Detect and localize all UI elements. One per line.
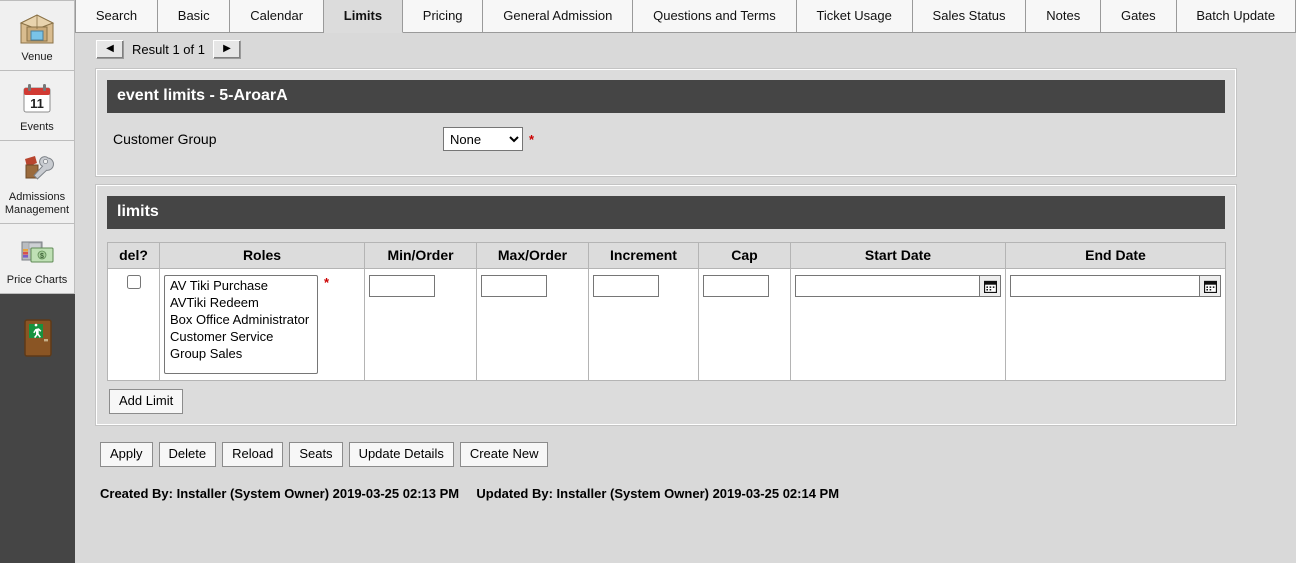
roles-required-marker: * bbox=[324, 275, 330, 290]
tab-batch-update[interactable]: Batch Update bbox=[1176, 0, 1296, 33]
money-chart-icon: $ bbox=[21, 241, 54, 263]
column-header-cap: Cap bbox=[698, 242, 791, 269]
sidebar-item-label: Events bbox=[20, 121, 54, 133]
tab-search[interactable]: Search bbox=[75, 0, 158, 33]
svg-text:11: 11 bbox=[30, 96, 44, 111]
tab-general-admission[interactable]: General Admission bbox=[483, 0, 634, 33]
sidebar-item-price-charts[interactable]: $ Price Charts bbox=[0, 224, 75, 294]
tab-notes[interactable]: Notes bbox=[1026, 0, 1102, 33]
limits-table-header-row: del? Roles Min/Order Max/Order Increment… bbox=[107, 242, 1226, 269]
reload-button[interactable]: Reload bbox=[222, 442, 284, 467]
cell-roles: AV Tiki Purchase AVTiki Redeem Box Offic… bbox=[159, 268, 365, 381]
tab-basic[interactable]: Basic bbox=[157, 0, 231, 33]
limits-panel-title: limits bbox=[107, 196, 1225, 229]
svg-text:$: $ bbox=[40, 253, 44, 260]
cell-min-order bbox=[364, 268, 477, 381]
sidebar-item-exit[interactable] bbox=[0, 294, 75, 365]
column-header-roles: Roles bbox=[159, 242, 365, 269]
column-header-increment: Increment bbox=[588, 242, 699, 269]
sidebar-item-label: Price Charts bbox=[6, 274, 68, 286]
delete-button[interactable]: Delete bbox=[158, 442, 217, 467]
action-button-bar: Apply Delete Reload Seats Update Details… bbox=[96, 442, 1296, 467]
admissions-wrench-icon bbox=[25, 156, 54, 180]
sidebar-item-label: Venue bbox=[21, 51, 53, 63]
add-limit-container: Add Limit bbox=[107, 389, 1225, 414]
sidebar-item-admissions-management[interactable]: Admissions Management bbox=[0, 141, 75, 224]
tab-sales-status[interactable]: Sales Status bbox=[912, 0, 1027, 33]
main-content: ◀ Result 1 of 1 ▶ event limits - 5-Aroar… bbox=[75, 33, 1296, 563]
sidebar-item-events[interactable]: 11 Events bbox=[0, 71, 75, 141]
increment-input[interactable] bbox=[593, 275, 659, 297]
cell-max-order bbox=[476, 268, 589, 381]
previous-result-button[interactable]: ◀ bbox=[96, 39, 124, 59]
tab-pricing[interactable]: Pricing bbox=[402, 0, 484, 33]
cell-increment bbox=[588, 268, 699, 381]
roles-multiselect[interactable]: AV Tiki Purchase AVTiki Redeem Box Offic… bbox=[164, 275, 318, 374]
calendar-icon: 11 bbox=[23, 84, 51, 113]
table-row: AV Tiki Purchase AVTiki Redeem Box Offic… bbox=[107, 268, 1226, 381]
tab-gates[interactable]: Gates bbox=[1101, 0, 1177, 33]
result-navigation: ◀ Result 1 of 1 ▶ bbox=[96, 38, 1296, 60]
tab-questions-and-terms[interactable]: Questions and Terms bbox=[633, 0, 797, 33]
cap-input[interactable] bbox=[703, 275, 769, 297]
main-tab-strip: Search Basic Calendar Limits Pricing Gen… bbox=[75, 0, 1296, 33]
add-limit-button[interactable]: Add Limit bbox=[109, 389, 184, 414]
start-date-calendar-icon[interactable] bbox=[979, 275, 1001, 297]
left-sidebar: Venue 11 Events Admissions Management $ … bbox=[0, 0, 75, 563]
record-audit-footer: Created By: Installer (System Owner) 201… bbox=[96, 486, 1296, 501]
sidebar-item-label: Admissions Management bbox=[4, 191, 70, 216]
column-header-min-order: Min/Order bbox=[364, 242, 477, 269]
result-count-label: Result 1 of 1 bbox=[132, 41, 205, 57]
event-limits-panel-title: event limits - 5-AroarA bbox=[107, 80, 1225, 113]
column-header-start-date: Start Date bbox=[790, 242, 1006, 269]
exit-door-icon bbox=[23, 319, 52, 357]
start-date-input[interactable] bbox=[795, 275, 979, 297]
next-result-button[interactable]: ▶ bbox=[213, 39, 241, 59]
customer-group-select[interactable]: None bbox=[443, 127, 523, 151]
sidebar-item-venue[interactable]: Venue bbox=[0, 0, 75, 71]
seats-button[interactable]: Seats bbox=[289, 442, 343, 467]
column-header-del: del? bbox=[107, 242, 160, 269]
end-date-input[interactable] bbox=[1010, 275, 1199, 297]
customer-group-label: Customer Group bbox=[113, 131, 217, 147]
updated-by-text: Updated By: Installer (System Owner) 201… bbox=[476, 486, 840, 501]
delete-row-checkbox[interactable] bbox=[126, 275, 141, 289]
cell-delete bbox=[107, 268, 160, 381]
limits-panel: limits del? Roles Min/Order Max/Order In… bbox=[95, 184, 1237, 426]
column-header-max-order: Max/Order bbox=[476, 242, 589, 269]
tab-limits[interactable]: Limits bbox=[323, 0, 403, 33]
cell-start-date bbox=[790, 268, 1006, 381]
apply-button[interactable]: Apply bbox=[100, 442, 153, 467]
venue-box-icon bbox=[19, 14, 55, 44]
app-root: Venue 11 Events Admissions Management $ … bbox=[0, 0, 1296, 563]
min-order-input[interactable] bbox=[369, 275, 435, 297]
column-header-end-date: End Date bbox=[1005, 242, 1226, 269]
cell-end-date bbox=[1005, 268, 1226, 381]
limits-table: del? Roles Min/Order Max/Order Increment… bbox=[107, 242, 1226, 381]
created-by-text: Created By: Installer (System Owner) 201… bbox=[100, 486, 460, 501]
create-new-button[interactable]: Create New bbox=[459, 442, 549, 467]
event-limits-panel: event limits - 5-AroarA Customer Group N… bbox=[95, 68, 1237, 177]
customer-group-required-marker: * bbox=[529, 131, 535, 147]
customer-group-row: Customer Group None * bbox=[107, 113, 1225, 165]
tab-calendar[interactable]: Calendar bbox=[230, 0, 324, 33]
end-date-calendar-icon[interactable] bbox=[1199, 275, 1221, 297]
update-details-button[interactable]: Update Details bbox=[348, 442, 454, 467]
max-order-input[interactable] bbox=[481, 275, 547, 297]
cell-cap bbox=[698, 268, 791, 381]
tab-ticket-usage[interactable]: Ticket Usage bbox=[796, 0, 913, 33]
